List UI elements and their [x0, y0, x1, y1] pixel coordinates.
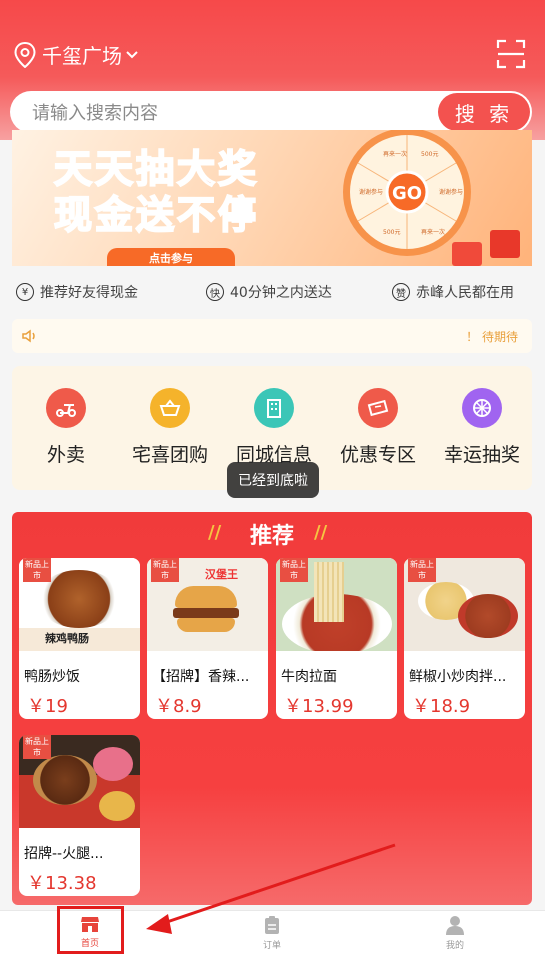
new-badge: 新品上市 [280, 558, 308, 582]
tab-label: 订单 [262, 941, 281, 951]
product-name: 鸭肠炒饭 [24, 669, 80, 685]
category-lucky-draw[interactable]: 幸运抽奖 [430, 388, 534, 467]
product-price: ￥8.9 [155, 696, 202, 717]
product-card[interactable]: 汉堡王 新品上市 【招牌】香辣... ￥8.9 [147, 558, 268, 719]
promo-banner[interactable]: 天天抽大奖 现金送不停 点击参与 再来一次 500元 谢谢参与 再来一次 500… [12, 130, 532, 266]
product-price: ￥13.38 [27, 873, 97, 894]
feature-text: 40分钟之内送达 [230, 285, 332, 301]
category-local-info[interactable]: 同城信息 [222, 388, 326, 467]
category-label: 外卖 [46, 444, 85, 466]
speaker-icon [22, 329, 35, 343]
search-bar[interactable]: 请输入搜索内容 搜 索 [10, 91, 532, 133]
user-icon [446, 916, 464, 935]
product-name: 牛肉拉面 [281, 669, 337, 685]
search-input[interactable]: 请输入搜索内容 [32, 99, 158, 125]
product-card[interactable]: 新品上市 鲜椒小炒肉拌... ￥18.9 [404, 558, 525, 719]
feature-strip: ¥ 推荐好友得现金 快 40分钟之内送达 赞 赤峰人民都在用 [0, 276, 545, 308]
wheel-slice-4: 再来一次 [421, 228, 445, 236]
highlight-box [57, 906, 124, 954]
feature-item-delivery: 快 40分钟之内送达 [206, 282, 332, 302]
wheel-slice-2: 500元 [421, 151, 438, 158]
category-label: 优惠专区 [339, 444, 416, 466]
new-badge: 新品上市 [23, 735, 51, 759]
wheel-center-label: GO [392, 183, 422, 204]
like-icon: 赞 [392, 283, 410, 301]
feature-text: 赤峰人民都在用 [416, 285, 514, 301]
search-button[interactable]: 搜 索 [438, 93, 530, 131]
category-takeout[interactable]: 外卖 [14, 388, 118, 467]
banner-cta-button[interactable]: 点击参与 [107, 248, 235, 266]
category-group-buy[interactable]: 宅喜团购 [118, 388, 222, 467]
chevron-down-icon [126, 47, 138, 63]
product-name: 鲜椒小炒肉拌... [409, 669, 507, 685]
tab-label: 我的 [445, 941, 464, 951]
fast-icon: 快 [206, 283, 224, 301]
location-pin-icon [14, 41, 36, 68]
wheel-slice-1: 再来一次 [383, 150, 407, 158]
product-card[interactable]: 新品上市 牛肉拉面 ￥13.99 [276, 558, 397, 719]
product-price: ￥13.99 [284, 696, 354, 717]
product-name: 【招牌】香辣... [152, 669, 250, 685]
new-badge: 新品上市 [23, 558, 51, 582]
feature-item-popular: 赞 赤峰人民都在用 [392, 282, 514, 302]
new-badge: 新品上市 [151, 558, 179, 582]
product-name: 招牌--火腿... [24, 846, 104, 862]
product-card[interactable]: 辣鸡鸭肠 新品上市 鸭肠炒饭 ￥19 [19, 558, 140, 719]
category-label: 幸运抽奖 [443, 444, 520, 466]
yen-icon: ¥ [16, 283, 34, 301]
product-image-text: 汉堡王 [205, 568, 238, 581]
product-price: ￥18.9 [412, 696, 471, 717]
red-envelope-decor [490, 230, 520, 258]
category-discounts[interactable]: 优惠专区 [326, 388, 430, 467]
product-card[interactable]: 新品上市 招牌--火腿... ￥13.38 [19, 735, 140, 896]
gift-box-decor [452, 242, 482, 266]
new-badge: 新品上市 [408, 558, 436, 582]
feature-item-referral: ¥ 推荐好友得现金 [16, 282, 138, 302]
basket-icon [150, 388, 190, 428]
scooter-icon [46, 388, 86, 428]
recommend-title: 推荐 [249, 524, 294, 549]
toast-message: 已经到底啦 [227, 462, 319, 498]
wheel-icon [462, 388, 502, 428]
tab-orders[interactable]: 订单 [242, 915, 302, 951]
wheel-slice-3: 谢谢参与 [439, 188, 463, 196]
decor-slashes-right: // [314, 522, 328, 543]
building-icon [254, 388, 294, 428]
tab-profile[interactable]: 我的 [425, 915, 485, 951]
coupon-icon [358, 388, 398, 428]
scan-icon[interactable] [496, 38, 526, 70]
product-price: ￥19 [27, 696, 68, 717]
header: 千玺广场 请输入搜索内容 搜 索 [0, 0, 545, 140]
product-image-text: 辣鸡鸭肠 [45, 632, 89, 645]
notice-bar[interactable]: ！ 待期待 [12, 319, 532, 353]
location-selector[interactable]: 千玺广场 [14, 40, 138, 69]
notice-text: ！ 待期待 [466, 329, 518, 344]
wheel-slice-5: 500元 [383, 229, 400, 236]
recommend-section: // 推荐 // 辣鸡鸭肠 新品上市 鸭肠炒饭 ￥19 汉堡王 新品上市 【招牌… [12, 512, 532, 905]
banner-subtitle: 现金送不停 [53, 192, 260, 238]
category-label: 宅喜团购 [131, 444, 208, 466]
clipboard-icon [265, 916, 279, 934]
location-name: 千玺广场 [42, 44, 122, 68]
wheel-slice-6: 谢谢参与 [359, 188, 383, 196]
feature-text: 推荐好友得现金 [40, 285, 138, 301]
